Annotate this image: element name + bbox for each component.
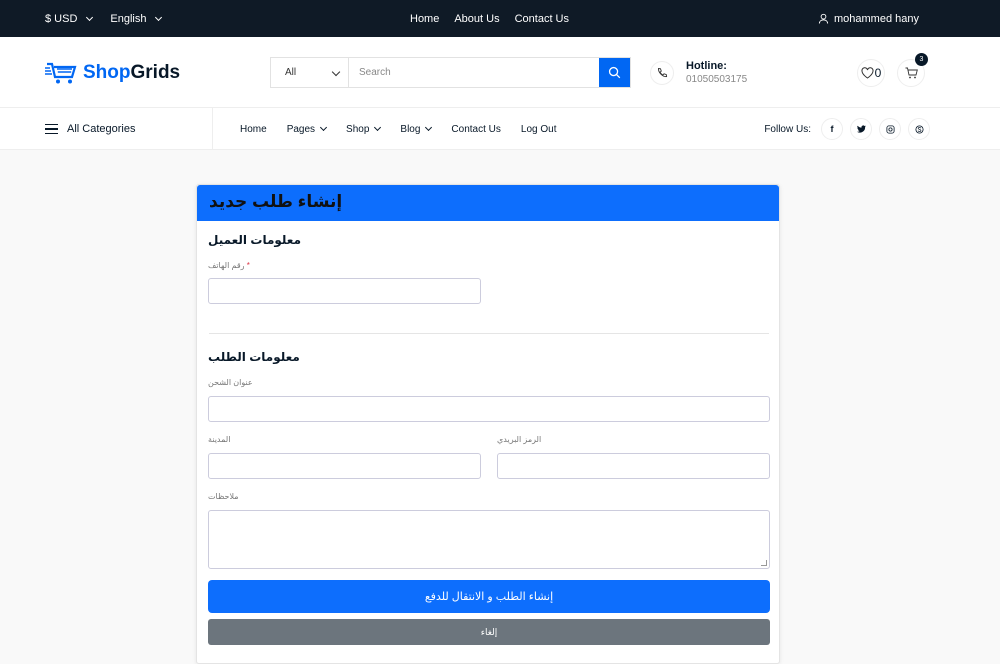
- customer-section-title: معلومات العميل: [208, 233, 301, 247]
- cart-logo-icon: [45, 62, 77, 83]
- shipping-address-input[interactable]: [208, 396, 770, 422]
- language-label: English: [110, 12, 147, 25]
- page-title: إنشاء طلب جديد: [209, 192, 343, 211]
- all-categories-button[interactable]: All Categories: [45, 108, 213, 150]
- nav-item-logout[interactable]: Log Out: [521, 124, 557, 135]
- zip-label: الرمز البريدي: [497, 435, 542, 444]
- cancel-button[interactable]: إلغاء: [208, 619, 770, 645]
- card-header: إنشاء طلب جديد: [197, 185, 779, 221]
- chevron-down-icon: [320, 123, 328, 132]
- search-bar: All: [270, 57, 631, 88]
- top-link-about[interactable]: About Us: [454, 13, 499, 25]
- follow-us-label: Follow Us:: [764, 123, 811, 135]
- user-icon: [818, 13, 829, 24]
- section-divider: [209, 333, 769, 334]
- search-category-select[interactable]: All: [271, 58, 349, 87]
- all-categories-label: All Categories: [67, 123, 136, 135]
- skype-icon[interactable]: [908, 118, 930, 140]
- search-icon: [608, 66, 621, 79]
- user-name: mohammed hany: [834, 12, 919, 25]
- phone-icon: [650, 60, 674, 85]
- nav-item-shop[interactable]: Shop: [346, 123, 382, 135]
- currency-label: $ USD: [45, 12, 78, 25]
- top-link-home[interactable]: Home: [410, 13, 439, 25]
- city-label: المدينة: [208, 435, 231, 444]
- nav-item-pages[interactable]: Pages: [287, 123, 328, 135]
- chevron-down-icon: [86, 13, 94, 21]
- phone-input[interactable]: [208, 278, 481, 304]
- nav-item-blog[interactable]: Blog: [400, 123, 433, 135]
- create-order-card: إنشاء طلب جديد معلومات العميل * رقم الها…: [196, 184, 780, 664]
- chevron-down-icon: [425, 123, 433, 132]
- hotline: Hotline: 01050503175: [650, 37, 747, 108]
- search-button[interactable]: [599, 58, 630, 87]
- hotline-label: Hotline:: [686, 60, 727, 72]
- nav-item-home[interactable]: Home: [240, 124, 267, 135]
- twitter-icon[interactable]: [850, 118, 872, 140]
- instagram-icon[interactable]: [879, 118, 901, 140]
- chevron-down-icon: [374, 123, 382, 132]
- cart-count-badge: 3: [915, 52, 928, 66]
- chevron-down-icon: [331, 67, 341, 77]
- shopping-cart-icon: [905, 67, 918, 78]
- facebook-icon[interactable]: f: [821, 118, 843, 140]
- menu-icon: [45, 124, 58, 134]
- user-account[interactable]: mohammed hany: [818, 0, 919, 37]
- city-input[interactable]: [208, 453, 481, 479]
- top-link-contact[interactable]: Contact Us: [515, 13, 569, 25]
- wishlist-count: 0: [874, 65, 882, 80]
- address-label: عنوان الشحن: [208, 378, 253, 387]
- hotline-number: 01050503175: [686, 74, 748, 85]
- currency-select[interactable]: $ USD: [45, 12, 94, 25]
- heart-icon: [861, 66, 874, 79]
- chevron-down-icon: [155, 13, 163, 21]
- cart-button[interactable]: 3: [897, 52, 928, 87]
- top-bar: $ USD English Home About Us Contact Us m…: [0, 0, 1000, 37]
- phone-label: * رقم الهاتف: [208, 261, 250, 270]
- nav-item-contact[interactable]: Contact Us: [451, 124, 500, 135]
- language-select[interactable]: English: [110, 12, 163, 25]
- main-header: ShopGrids All Hotline: 01050503175 0 3: [0, 37, 1000, 108]
- logo[interactable]: ShopGrids: [45, 37, 180, 108]
- order-section-title: معلومات الطلب: [208, 350, 300, 364]
- zip-input[interactable]: [497, 453, 770, 479]
- logo-text: ShopGrids: [83, 61, 181, 83]
- wishlist-button[interactable]: 0: [857, 58, 885, 87]
- notes-textarea[interactable]: [208, 510, 770, 569]
- notes-label: ملاحظات: [208, 492, 239, 501]
- search-input[interactable]: [349, 58, 599, 87]
- submit-order-button[interactable]: إنشاء الطلب و الانتقال للدفع: [208, 580, 770, 613]
- main-nav: All Categories Home Pages Shop Blog Cont…: [0, 108, 1000, 150]
- resize-handle-icon[interactable]: [761, 560, 767, 566]
